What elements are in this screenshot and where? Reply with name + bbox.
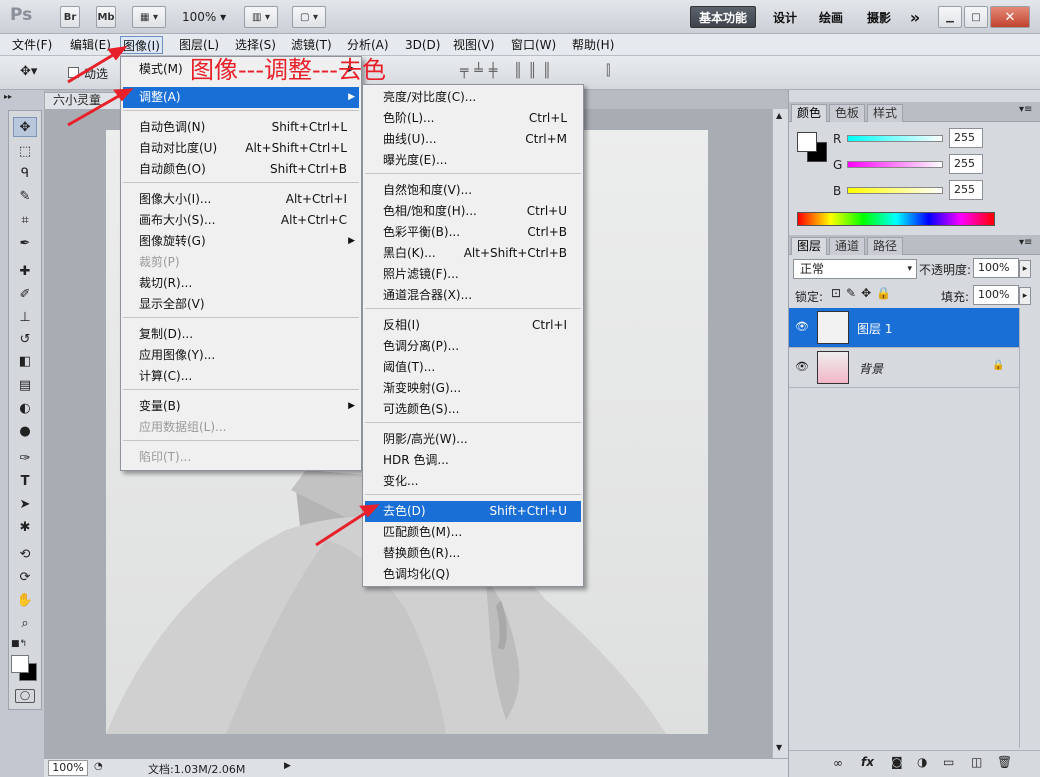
- color-fg-swatch[interactable]: [797, 132, 817, 152]
- annotation-arrows: [67, 45, 380, 547]
